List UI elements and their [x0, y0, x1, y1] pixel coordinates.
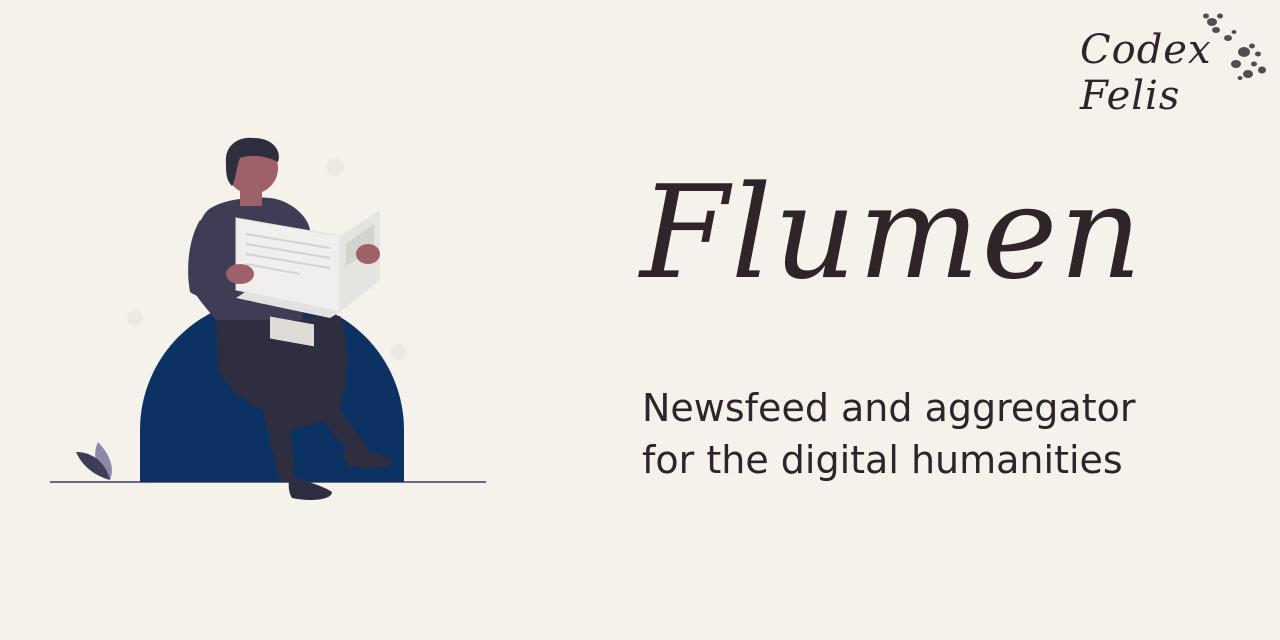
page-subtitle: Newsfeed and aggregator for the digital … — [642, 382, 1242, 486]
decor-dot — [127, 310, 143, 326]
page-title: Flumen — [640, 159, 1144, 308]
subtitle-line-2: for the digital humanities — [642, 438, 1123, 482]
logo-text-felis: Felis — [1080, 73, 1181, 119]
subtitle-line-1: Newsfeed and aggregator — [642, 386, 1136, 430]
decor-dot — [390, 344, 406, 360]
decor-dot — [326, 158, 344, 176]
person-reading-newspaper-icon — [50, 137, 486, 500]
logo-text-codex: Codex — [1080, 27, 1212, 73]
codex-felis-logo: Codex Felis — [1070, 8, 1270, 118]
